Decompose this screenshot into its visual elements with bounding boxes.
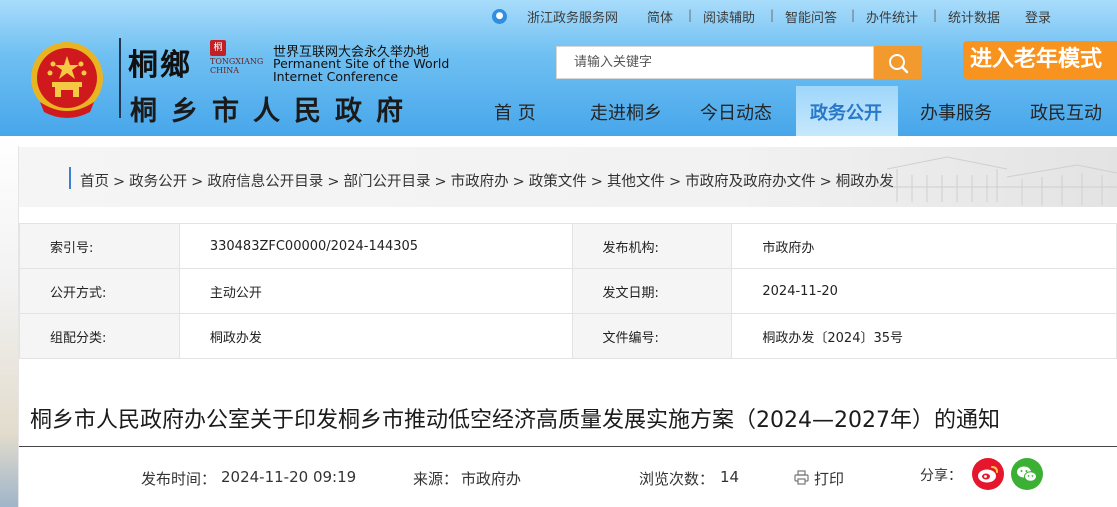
topbar-separator: | xyxy=(851,8,856,22)
search-input[interactable] xyxy=(557,47,873,78)
breadcrumb-other-docs[interactable]: 其他文件 xyxy=(607,174,665,190)
topbar-separator: | xyxy=(770,8,775,22)
breadcrumb-home[interactable]: 首页 xyxy=(80,174,109,190)
breadcrumb-gov-affairs[interactable]: 政务公开 xyxy=(129,174,187,190)
breadcrumb-separator: > xyxy=(191,174,204,190)
breadcrumb-separator: > xyxy=(590,174,603,190)
views-count: 14 xyxy=(720,468,740,486)
tongxiang-calligraphy-logo: 桐鄉 xyxy=(128,48,192,83)
print-icon[interactable] xyxy=(794,470,809,485)
top-utility-bar: ● 浙江政务服务网 简体 | 阅读辅助 | 智能问答 | 办件统计 | 统计数据… xyxy=(0,0,1117,32)
tongxiang-latin-line1: TONGXIANG xyxy=(210,57,264,66)
breadcrumb: 首页 > 政务公开 > 政府信息公开目录 > 部门公开目录 > 市政府办 > 政策文件 > 其他文件 > 市… xyxy=(80,170,894,191)
weibo-share-icon[interactable] xyxy=(972,458,1004,490)
topbar-separator: | xyxy=(933,8,938,22)
breadcrumb-separator: > xyxy=(327,174,340,190)
login-link[interactable]: 登录 xyxy=(1025,7,1051,26)
disclosure-mode-label: 公开方式: xyxy=(19,268,180,314)
print-button[interactable]: 打印 xyxy=(814,468,844,489)
document-title: 桐乡市人民政府办公室关于印发桐乡市推动低空经济高质量发展实施方案（2024—20… xyxy=(30,408,1000,433)
statistics-link[interactable]: 统计数据 xyxy=(948,7,1000,26)
issuer-label: 发布机构: xyxy=(571,223,733,269)
weibo-icon xyxy=(978,466,998,483)
simplified-link[interactable]: 简体 xyxy=(647,7,673,26)
source-value: 市政府办 xyxy=(461,470,522,488)
breadcrumb-accent-bar xyxy=(69,167,71,189)
index-no-value: 330483ZFC00000/2024-144305 xyxy=(178,223,573,269)
case-stats-link[interactable]: 办件统计 xyxy=(866,7,918,26)
issue-date-value: 2024-11-20 xyxy=(731,268,1117,314)
table-row: 组配分类: 桐政办发 文件编号: 桐政办发〔2024〕35号 xyxy=(19,313,1117,359)
breadcrumb-separator: > xyxy=(434,174,447,190)
site-header: ● 浙江政务服务网 简体 | 阅读辅助 | 智能问答 | 办件统计 | 统计数据… xyxy=(0,0,1117,136)
search-box xyxy=(556,46,874,79)
publish-time-value: 2024-11-20 09:19 xyxy=(221,468,357,486)
table-row: 公开方式: 主动公开 发文日期: 2024-11-20 xyxy=(19,268,1117,314)
table-row: 索引号: 330483ZFC00000/2024-144305 发布机构: 市政… xyxy=(19,223,1117,269)
title-divider xyxy=(19,446,1117,447)
search-button[interactable] xyxy=(874,46,922,79)
tongxiang-seal: 桐 xyxy=(210,40,226,56)
breadcrumb-city-office[interactable]: 市政府办 xyxy=(451,174,509,190)
disclosure-mode-value: 主动公开 xyxy=(178,268,573,314)
tongxiang-latin-line2: CHINA xyxy=(210,66,240,75)
nav-news[interactable]: 今日动态 xyxy=(700,99,772,125)
breadcrumb-info-catalog[interactable]: 政府信息公开目录 xyxy=(207,174,323,190)
gov-service-link[interactable]: 浙江政务服务网 xyxy=(527,7,618,26)
search-icon xyxy=(889,53,909,73)
breadcrumb-separator: > xyxy=(113,174,126,190)
breadcrumb-current[interactable]: 桐政办发 xyxy=(836,174,894,190)
issue-date-label: 发文日期: xyxy=(571,268,733,314)
elder-mode-button[interactable]: 进入老年模式 xyxy=(963,41,1117,79)
wechat-icon xyxy=(1017,466,1037,482)
nav-home[interactable]: 首 页 xyxy=(494,99,536,125)
smart-qa-link[interactable]: 智能问答 xyxy=(785,7,837,26)
breadcrumb-separator: > xyxy=(819,174,832,190)
wechat-share-icon[interactable] xyxy=(1011,458,1043,490)
nav-interaction[interactable]: 政民互动 xyxy=(1030,99,1102,125)
breadcrumb-dept-catalog[interactable]: 部门公开目录 xyxy=(343,174,430,190)
nav-services[interactable]: 办事服务 xyxy=(920,99,992,125)
index-no-label: 索引号: xyxy=(19,223,180,269)
breadcrumb-separator: > xyxy=(512,174,525,190)
breadcrumb-gov-docs[interactable]: 市政府及政府办文件 xyxy=(685,174,816,190)
national-emblem-icon[interactable] xyxy=(28,40,106,120)
breadcrumb-policy-docs[interactable]: 政策文件 xyxy=(529,174,587,190)
doc-number-label: 文件编号: xyxy=(571,313,733,359)
reading-assist-link[interactable]: 阅读辅助 xyxy=(703,7,755,26)
category-value: 桐政办发 xyxy=(178,313,573,359)
source-label: 来源： xyxy=(413,470,459,488)
nav-about-tongxiang[interactable]: 走进桐乡 xyxy=(590,99,662,125)
issuer-value: 市政府办 xyxy=(731,223,1117,269)
site-name[interactable]: 桐乡市人民政府 xyxy=(130,89,417,128)
share-label: 分享： xyxy=(920,468,962,484)
publish-time-label: 发布时间： xyxy=(141,470,217,488)
topbar-separator: | xyxy=(688,8,693,22)
doc-number-value: 桐政办发〔2024〕35号 xyxy=(731,313,1117,359)
nav-gov-affairs[interactable]: 政务公开 xyxy=(810,99,882,125)
wic-english-tagline: Permanent Site of the World Internet Con… xyxy=(273,56,450,84)
views-label: 浏览次数： xyxy=(639,470,715,488)
tongxiang-latin: TONGXIANG CHINA xyxy=(210,57,263,75)
category-label: 组配分类: xyxy=(19,313,180,359)
breadcrumb-separator: > xyxy=(668,174,682,190)
zhejiang-service-icon: ● xyxy=(492,9,507,24)
logo-divider xyxy=(119,38,121,118)
document-info-table: 索引号: 330483ZFC00000/2024-144305 发布机构: 市政… xyxy=(19,223,1117,359)
left-decor-strip xyxy=(0,136,18,507)
